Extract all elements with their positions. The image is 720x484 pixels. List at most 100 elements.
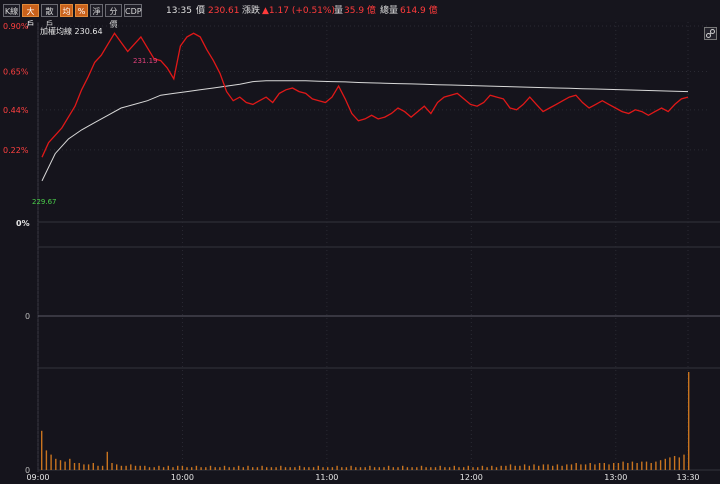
volume-bar: [167, 465, 169, 470]
volume-bar: [191, 467, 193, 470]
volume-bar: [308, 467, 310, 470]
mid-panel-zero-label: 0%: [16, 219, 30, 228]
total-volume-value: 614.9 億: [400, 6, 438, 16]
volume-bar: [45, 450, 48, 470]
volume-bar: [303, 467, 305, 470]
chart-legend: 加權均線 230.64: [40, 26, 103, 36]
volume-bar: [336, 465, 338, 470]
volume-bar: [589, 463, 591, 470]
volume-bar: [312, 467, 315, 470]
volume-bar: [556, 464, 559, 470]
volume-bar: [542, 464, 545, 470]
y-tick-label: 0.44%: [3, 106, 29, 115]
x-tick-label: 11:00: [315, 473, 338, 482]
volume-bar: [645, 461, 648, 470]
volume-bar: [425, 467, 427, 470]
volume-bar: [195, 465, 198, 470]
volume-zero-label: 0: [25, 466, 30, 475]
volume-bar: [242, 467, 244, 470]
volume-bar: [350, 465, 352, 470]
y-tick-label: 0.90%: [3, 22, 29, 31]
volume-bar: [144, 465, 146, 470]
volume-bar: [481, 465, 484, 470]
volume-bar: [284, 467, 287, 470]
volume-bar: [341, 467, 343, 470]
volume-bar: [153, 467, 155, 470]
volume-bar: [434, 467, 437, 470]
volume-bar: [505, 465, 507, 470]
volume-bar: [608, 464, 610, 470]
volume-bar: [509, 464, 512, 470]
volume-bar: [55, 458, 57, 470]
x-tick-label: 10:00: [171, 473, 194, 482]
kline-button[interactable]: K線: [3, 4, 20, 17]
volume-bar: [448, 467, 451, 470]
volume-bar: [266, 467, 268, 470]
volume-bar: [613, 463, 615, 470]
volume-bar: [111, 463, 113, 470]
volume-bar: [575, 463, 577, 470]
volume-bar: [472, 467, 474, 470]
volume-bar: [219, 467, 221, 470]
average-line: [41, 80, 689, 182]
volume-bar: [500, 465, 502, 470]
volume-bar: [369, 465, 371, 470]
volume-bar: [205, 467, 207, 470]
volume-bar: [256, 467, 259, 470]
intraday-chart[interactable]: 加權均線 230.64 0.90%0.65%0.44%0.22% 09:00 10…: [0, 22, 720, 484]
volume-bar: [655, 461, 657, 470]
volume-bar: [78, 463, 80, 470]
link-icon[interactable]: [704, 27, 717, 40]
high-price-label: 231.19: [133, 57, 158, 65]
retail-trader-button[interactable]: 散戶: [41, 4, 58, 29]
volume-bar: [64, 461, 66, 470]
volume-bar: [411, 467, 413, 470]
volume-bar: [214, 467, 216, 470]
volume-bar: [228, 467, 230, 470]
volume-bar: [359, 467, 362, 470]
volume-bar: [106, 451, 108, 470]
volume-bar: [673, 456, 676, 470]
volume-bar: [252, 467, 254, 470]
volume-bar: [538, 465, 540, 470]
volume-bar: [547, 464, 549, 470]
net-button[interactable]: 淨: [90, 4, 103, 17]
low-price-label: 229.67: [32, 198, 57, 206]
volume-bar: [177, 465, 179, 470]
cdp-button[interactable]: CDP: [124, 4, 142, 17]
volume-bar: [491, 465, 493, 470]
x-tick-label: 12:00: [460, 473, 483, 482]
volume-bar: [125, 465, 127, 470]
big-trader-button[interactable]: 大戶: [22, 4, 39, 29]
volume-bar: [631, 461, 634, 470]
volume-bar: [453, 465, 455, 470]
volume-bar: [59, 460, 62, 470]
volume-bar: [406, 467, 409, 470]
volume-bar: [570, 464, 573, 470]
chart-toolbar: K線 大戶 散戶 均 % 淨 分價 CDP 13:35 價 230.61 漲跌 …: [0, 0, 720, 29]
percent-button[interactable]: %: [75, 4, 88, 17]
volume-bar: [162, 467, 165, 470]
volume-bar: [580, 464, 582, 470]
volume-bar: [397, 467, 399, 470]
x-axis-ticks: 09:00 10:00 11:00 12:00 13:00 13:30: [26, 22, 700, 482]
volume-bar: [641, 461, 643, 470]
volume-bar: [317, 465, 319, 470]
x-tick-label: 13:30: [676, 473, 699, 482]
average-button[interactable]: 均: [60, 4, 73, 17]
volume-bar: [327, 467, 329, 470]
total-volume-label: 總量: [380, 6, 399, 16]
volume-bar: [552, 465, 554, 470]
change-value: ▲1.17 (+0.51%): [262, 6, 335, 16]
volume-bar: [402, 465, 404, 470]
volume-bar: [495, 467, 498, 470]
volume-bar: [664, 458, 666, 470]
lower-panel-zero-label: 0: [25, 312, 30, 321]
price-line: [41, 32, 689, 158]
volume-bar: [387, 465, 390, 470]
volume-bar: [223, 465, 226, 470]
volume-bar: [280, 465, 282, 470]
volume-label: 量: [334, 6, 344, 16]
price-distribution-button[interactable]: 分價: [105, 4, 122, 29]
volume-bar: [139, 465, 141, 470]
